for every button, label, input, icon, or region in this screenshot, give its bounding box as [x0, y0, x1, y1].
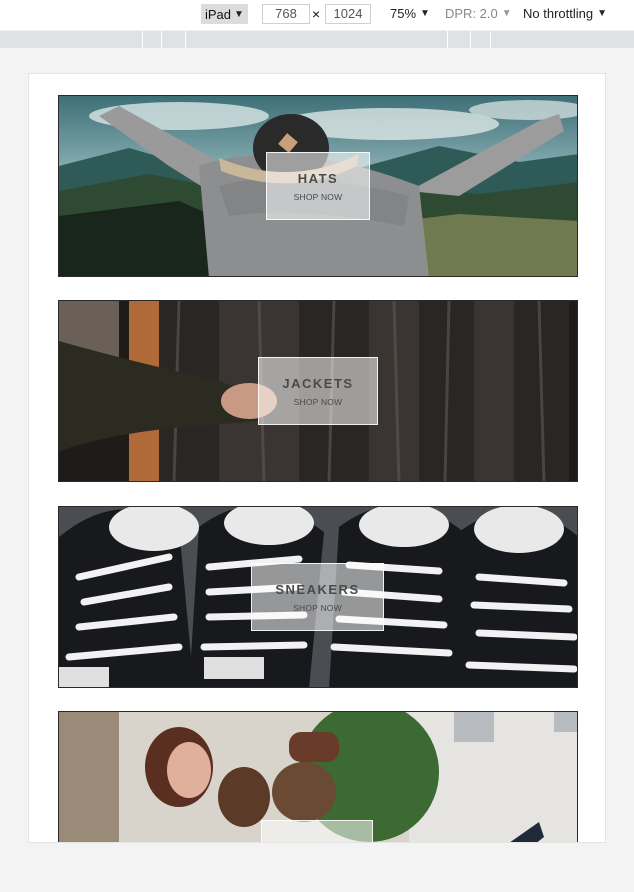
banner-sneakers[interactable]: SNEAKERS SHOP NOW [58, 506, 578, 688]
media-query-segment[interactable] [162, 31, 186, 48]
device-viewport: HATS SHOP NOW JACKETS SHOP NOW SNEAKERS … [28, 73, 606, 843]
banner-title: JACKETS [282, 375, 354, 391]
shop-now-link[interactable]: SHOP NOW [294, 192, 343, 202]
banner-people[interactable] [58, 711, 578, 842]
device-toolbar: iPad ▼ 768 × 1024 75% ▼ DPR: 2.0 ▼ No th… [0, 0, 634, 30]
media-query-segment[interactable] [143, 31, 162, 48]
dpr-select[interactable]: DPR: 2.0 ▼ [445, 6, 512, 21]
media-query-segment[interactable] [186, 31, 448, 48]
height-input[interactable]: 1024 [325, 4, 371, 24]
zoom-label: 75% [390, 6, 417, 21]
banner-title: HATS [297, 170, 339, 186]
shop-now-link[interactable]: SHOP NOW [294, 397, 343, 407]
hats-cta-box[interactable]: HATS SHOP NOW [266, 152, 370, 220]
width-input[interactable]: 768 [262, 4, 310, 24]
banner-jackets[interactable]: JACKETS SHOP NOW [58, 300, 578, 482]
media-query-segment[interactable] [0, 31, 143, 48]
device-label: iPad [205, 6, 232, 22]
chevron-down-icon: ▼ [234, 8, 244, 20]
dpr-label: DPR: 2.0 [445, 6, 498, 21]
people-cta-box[interactable] [261, 820, 373, 842]
media-query-bar[interactable] [0, 31, 634, 48]
dimension-separator: × [312, 6, 321, 22]
throttling-select[interactable]: No throttling ▼ [523, 6, 607, 21]
banner-hats[interactable]: HATS SHOP NOW [58, 95, 578, 277]
jackets-cta-box[interactable]: JACKETS SHOP NOW [258, 357, 378, 425]
media-query-segment[interactable] [448, 31, 471, 48]
media-query-segment[interactable] [471, 31, 491, 48]
sneakers-cta-box[interactable]: SNEAKERS SHOP NOW [251, 563, 384, 631]
zoom-select[interactable]: 75% ▼ [390, 6, 430, 21]
shop-now-link[interactable]: SHOP NOW [293, 603, 342, 613]
device-select[interactable]: iPad ▼ [201, 4, 248, 24]
chevron-down-icon: ▼ [420, 8, 430, 19]
chevron-down-icon: ▼ [597, 8, 607, 19]
banner-title: SNEAKERS [275, 581, 360, 597]
throttling-label: No throttling [523, 6, 594, 21]
chevron-down-icon: ▼ [501, 8, 512, 19]
